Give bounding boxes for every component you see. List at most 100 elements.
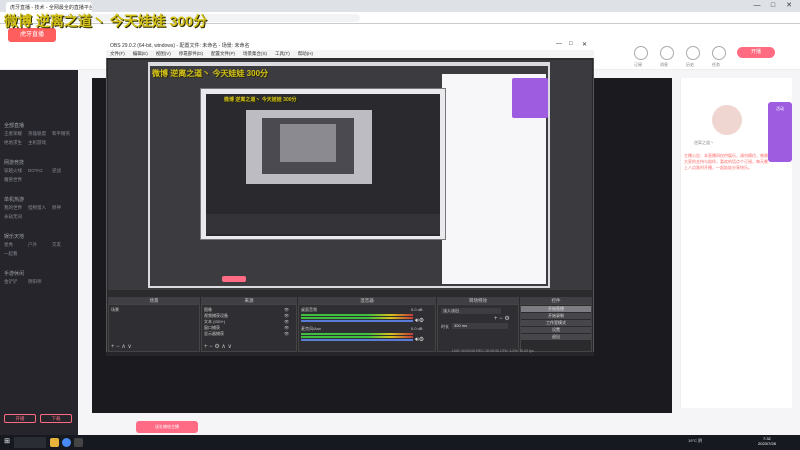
close-icon[interactable]: ✕ xyxy=(784,1,794,11)
weather-widget[interactable]: 19°C 阴 xyxy=(688,438,702,444)
task-icon[interactable] xyxy=(712,46,726,60)
obs-close-icon[interactable]: ✕ xyxy=(582,41,587,48)
volume-meter xyxy=(301,317,413,319)
sidebar-section-title[interactable]: 手游休闲 xyxy=(4,270,74,277)
sidebar-section-title[interactable]: 单机热游 xyxy=(4,196,74,203)
preview-caption-small: 微博 逆离之道丶 今天娃娃 300分 xyxy=(224,97,297,103)
header-label-task: 任务 xyxy=(712,62,720,67)
duration-input[interactable]: 300 ms xyxy=(452,323,508,329)
header-label-message: 消息 xyxy=(660,62,668,67)
obs-menu-item[interactable]: 编辑(E) xyxy=(133,51,148,56)
settings-button[interactable]: 设置 xyxy=(521,327,591,333)
obs-menu-item[interactable]: 文件(F) xyxy=(110,51,125,56)
mixer-track-desktop: 桌面音频 xyxy=(301,307,317,312)
message-icon[interactable] xyxy=(660,46,674,60)
windows-start-icon[interactable]: ⊞ xyxy=(3,438,11,446)
source-item[interactable]: 显示器捕获 👁 xyxy=(204,331,294,337)
subscribe-icon[interactable] xyxy=(634,46,648,60)
obs-menu-item[interactable]: 工具(T) xyxy=(275,51,290,56)
sidebar-section-title[interactable]: 娱乐天地 xyxy=(4,233,74,240)
source-item-label: 图像 xyxy=(204,307,212,312)
obs-menu-item[interactable]: 帮助(H) xyxy=(298,51,313,56)
obs-menu-item[interactable]: 配置文件(P) xyxy=(211,51,235,56)
sidebar-item[interactable]: 逆战 xyxy=(52,168,74,176)
mixer-track-mic-db: 0.0 dB xyxy=(411,326,423,331)
minimize-icon[interactable]: — xyxy=(752,1,762,11)
sidebar-item[interactable]: 王者荣耀 xyxy=(4,131,26,139)
start-recording-button[interactable]: 开始录制 xyxy=(521,313,591,319)
obs-maximize-icon[interactable]: □ xyxy=(569,41,573,47)
sidebar-bottom-button[interactable]: 下载 xyxy=(40,414,72,423)
promo-banner[interactable]: 活动 xyxy=(768,102,792,162)
sidebar-item[interactable]: 永劫无间 xyxy=(4,214,26,222)
exit-button[interactable]: 退出 xyxy=(521,334,591,340)
obs-menubar: 文件(F) 编辑(E) 视图(V) 停靠部件(D) 配置文件(P) 场景集合(S) 工具(T… xyxy=(106,50,594,58)
transitions-dock: 淡入淡出 + − ⚙ 时长 300 ms xyxy=(437,304,519,352)
sidebar-item[interactable]: 怪物猎人 xyxy=(28,205,50,213)
sidebar-item[interactable]: 交友 xyxy=(52,242,74,250)
volume-meter xyxy=(301,333,413,335)
start-streaming-button[interactable]: 开始直播 xyxy=(521,306,591,312)
sidebar-item[interactable]: DOTA2 xyxy=(28,168,50,176)
taskbar-search[interactable] xyxy=(14,437,46,448)
scene-add-icon[interactable]: + − ∧ ∨ xyxy=(111,343,132,350)
sidebar-item[interactable]: 穿越火线 xyxy=(4,168,26,176)
visibility-icon[interactable]: 👁 xyxy=(284,307,289,312)
sources-dock-header: 来源 xyxy=(201,297,297,304)
sidebar-item[interactable]: 主机游戏 xyxy=(28,140,50,148)
source-item-label: 显示器捕获 xyxy=(204,331,224,336)
gift-button[interactable]: 送礼物给主播 xyxy=(136,421,198,433)
sidebar-item[interactable]: 英雄联盟 xyxy=(28,131,50,139)
clock[interactable]: 7:32 2023/7/28 xyxy=(758,436,776,446)
obs-menu-item[interactable]: 视图(V) xyxy=(156,51,171,56)
speaker-icon[interactable]: 🔊︎⚙ xyxy=(415,317,424,325)
volume-slider[interactable] xyxy=(301,320,413,322)
sidebar-item[interactable]: 户外 xyxy=(28,242,50,250)
visibility-icon[interactable]: 👁 xyxy=(284,313,289,318)
studio-mode-button[interactable]: 工作室模式 xyxy=(521,320,591,326)
sidebar-item[interactable]: 和平精英 xyxy=(52,131,74,139)
obs-menu-item[interactable]: 停靠部件(D) xyxy=(179,51,203,56)
mic-icon[interactable]: 🔊︎⚙ xyxy=(415,336,424,344)
sidebar-section-title[interactable]: 网游竞技 xyxy=(4,159,74,166)
obs-status-text: LIVE: 00:00:00 REC: 00:00:00 CPU: 1.2%, … xyxy=(452,349,534,353)
visibility-icon[interactable]: 👁 xyxy=(284,331,289,336)
sidebar-item[interactable]: 阴阳师 xyxy=(28,279,50,287)
scenes-dock-header: 场景 xyxy=(108,297,200,304)
transition-select[interactable]: 淡入淡出 xyxy=(441,308,501,314)
preview-nested-pink xyxy=(222,276,246,282)
sidebar-item[interactable]: 原神 xyxy=(52,205,74,213)
maximize-icon[interactable]: □ xyxy=(768,1,778,11)
scene-item[interactable]: 场景 xyxy=(111,307,119,313)
file-explorer-icon[interactable] xyxy=(50,438,59,447)
transition-add-icon[interactable]: + − ⚙ xyxy=(494,315,510,322)
sidebar-item[interactable]: 魔兽世界 xyxy=(4,177,26,185)
scenes-dock: 场景 + − ∧ ∨ xyxy=(108,304,200,352)
source-add-icon[interactable]: + − ⚙ ∧ ∨ xyxy=(204,343,232,350)
transitions-dock-header: 转场特效 xyxy=(437,297,519,304)
visibility-icon[interactable]: 👁 xyxy=(284,325,289,330)
sidebar-item[interactable]: 绝地求生 xyxy=(4,140,26,148)
visibility-icon[interactable]: 👁 xyxy=(284,319,289,324)
chrome-icon[interactable] xyxy=(62,438,71,447)
overlay-caption: 微博 逆离之道丶 今天娃娃 300分 xyxy=(4,13,208,29)
sidebar-item[interactable]: 金铲铲 xyxy=(4,279,26,287)
obs-minimize-icon[interactable]: — xyxy=(556,41,562,47)
volume-slider[interactable] xyxy=(301,339,413,341)
sidebar-item[interactable]: 星秀 xyxy=(4,242,26,250)
header-label-subscribe: 订阅 xyxy=(634,62,642,67)
avatar[interactable] xyxy=(712,105,742,135)
clock-date: 2023/7/28 xyxy=(758,441,776,446)
mixer-track-desktop-db: 0.0 dB xyxy=(411,307,423,312)
history-icon[interactable] xyxy=(686,46,700,60)
sidebar-bottom-button[interactable]: 开播 xyxy=(4,414,36,423)
start-live-button[interactable]: 开播 xyxy=(737,47,775,58)
mixer-dock: 桌面音频 0.0 dB 🔊︎⚙ 麦克风/Aux 0.0 dB 🔊︎⚙ xyxy=(298,304,436,352)
sidebar-section-title[interactable]: 全部直播 xyxy=(4,122,74,129)
preview-caption: 微博 逆离之道丶 今天娃娃 300分 xyxy=(152,69,269,78)
obs-app-icon[interactable] xyxy=(74,438,83,447)
sidebar-item[interactable]: 我的世界 xyxy=(4,205,26,213)
sidebar-item[interactable]: 一起看 xyxy=(4,251,26,259)
obs-menu-item[interactable]: 场景集合(S) xyxy=(243,51,267,56)
sources-dock: 图像 👁 视频捕获设备 👁 文本 (GDI+) 👁 窗口捕获 👁 显示器捕获 👁 + − ⚙ ∧ … xyxy=(201,304,297,352)
